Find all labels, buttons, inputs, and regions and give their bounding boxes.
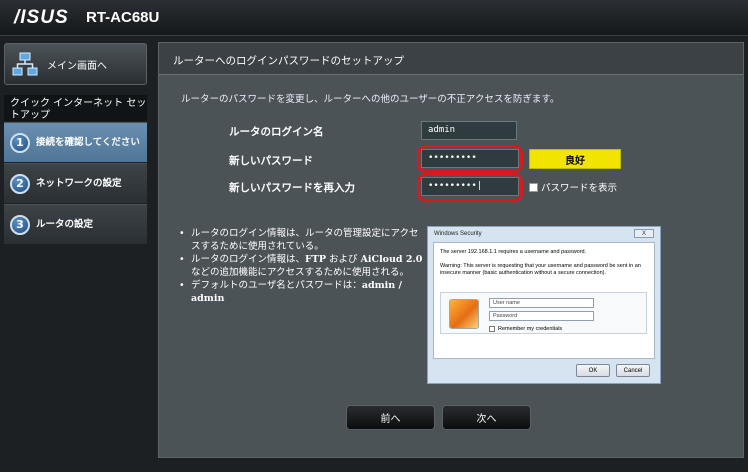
- brand-logo: /ISUS: [14, 7, 69, 28]
- dialog-username-input[interactable]: User name: [489, 298, 594, 308]
- main-menu-label: メイン画面へ: [47, 60, 107, 72]
- panel-header: ルーターへのログインパスワードのセットアップ: [159, 43, 743, 75]
- intro-text: ルーターのパスワードを変更し、ルーターへの他のユーザーの不正アクセスを防ぎます。: [181, 94, 560, 105]
- confirm-password-label: 新しいパスワードを再入力: [229, 182, 355, 194]
- remember-credentials[interactable]: Remember my credentials: [489, 326, 562, 332]
- step-network-settings[interactable]: 2 ネットワークの設定: [4, 163, 147, 203]
- info-item: ルータのログイン情報は、ルータの管理設定にアクセスするために使用されている。: [179, 227, 427, 253]
- user-avatar: [449, 299, 479, 329]
- credential-box: User name Password Remember my credentia…: [440, 292, 647, 334]
- show-password-checkbox[interactable]: [529, 182, 538, 192]
- step-router-settings[interactable]: 3 ルータの設定: [4, 204, 147, 244]
- aicloud-term: AiCloud 2.0: [360, 254, 423, 265]
- show-password-toggle[interactable]: パスワードを表示: [529, 180, 617, 194]
- dialog-password-input[interactable]: Password: [489, 311, 594, 321]
- dialog-close-button[interactable]: X: [634, 229, 654, 238]
- sidebar: メイン画面へ クイック インターネット セットアップ 1 接続を確認してください…: [0, 40, 152, 472]
- step-label: ネットワークの設定: [36, 178, 122, 189]
- previous-button[interactable]: 前へ: [346, 405, 435, 430]
- info-text: ルータのログイン情報は、ルータの管理設定にアクセスするために使用されている。: [191, 228, 419, 252]
- router-model: RT-AC68U: [86, 9, 160, 26]
- top-bar: /ISUS RT-AC68U: [0, 0, 748, 36]
- dialog-body: The server 192.168.1.1 requires a userna…: [433, 242, 655, 359]
- dialog-title: Windows Security: [434, 231, 482, 237]
- show-password-label: パスワードを表示: [541, 183, 618, 194]
- next-button[interactable]: 次へ: [442, 405, 531, 430]
- login-name-field[interactable]: admin: [421, 121, 517, 140]
- qis-title: クイック インターネット セットアップ: [4, 95, 147, 121]
- step-number-2: 2: [10, 173, 30, 194]
- ftp-term: FTP: [305, 254, 326, 265]
- step-confirm-connection[interactable]: 1 接続を確認してください: [4, 122, 147, 162]
- info-item: ルータのログイン情報は、FTP および AiCloud 2.0 などの追加機能に…: [179, 253, 427, 279]
- network-map-icon: [12, 52, 38, 76]
- main-panel: ルーターへのログインパスワードのセットアップ ルーターのパスワードを変更し、ルー…: [158, 42, 744, 458]
- info-item: デフォルトのユーザ名とパスワードは：admin / admin: [179, 279, 427, 305]
- main-menu-button[interactable]: メイン画面へ: [4, 43, 147, 85]
- step-label: ルータの設定: [36, 219, 94, 230]
- info-list: ルータのログイン情報は、ルータの管理設定にアクセスするために使用されている。 ル…: [179, 227, 427, 305]
- dialog-cancel-button[interactable]: Cancel: [616, 364, 650, 377]
- remember-checkbox[interactable]: [489, 326, 495, 332]
- remember-label: Remember my credentials: [498, 326, 563, 332]
- step-label: 接続を確認してください: [36, 137, 140, 148]
- password-strength-badge: 良好: [529, 149, 621, 169]
- confirm-password-field[interactable]: •••••••••|: [421, 177, 519, 196]
- login-name-label: ルータのログイン名: [229, 126, 324, 138]
- info-text: および: [325, 254, 361, 265]
- step-number-3: 3: [10, 214, 30, 235]
- new-password-field[interactable]: •••••••••: [421, 149, 519, 168]
- new-password-label: 新しいパスワード: [229, 155, 313, 167]
- info-text: などの追加機能にアクセスするために使用される。: [191, 267, 410, 278]
- dialog-message: The server 192.168.1.1 requires a userna…: [440, 249, 587, 255]
- windows-security-dialog: Windows Security X The server 192.168.1.…: [427, 226, 661, 384]
- info-text: デフォルトのユーザ名とパスワードは：: [191, 280, 362, 291]
- info-text: ルータのログイン情報は、: [191, 254, 306, 265]
- page-title: ルーターへのログインパスワードのセットアップ: [173, 55, 404, 67]
- dialog-ok-button[interactable]: OK: [576, 364, 610, 377]
- step-number-1: 1: [10, 132, 30, 153]
- dialog-warning: Warning: This server is requesting that …: [440, 263, 641, 276]
